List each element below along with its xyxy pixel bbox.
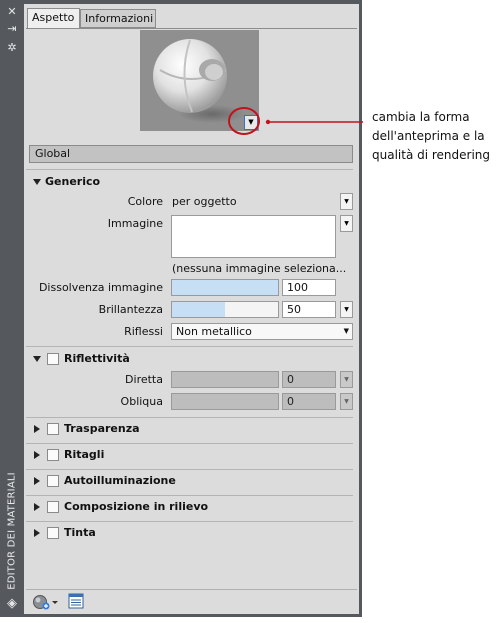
annotation-dot: [265, 119, 271, 125]
annotation-circle: [228, 107, 260, 135]
annotation-overlay: [228, 107, 363, 135]
callout-line: dell'anteprima e la: [372, 129, 485, 143]
callout-line: cambia la forma: [372, 110, 470, 124]
callout-line: qualità di rendering: [372, 148, 491, 162]
annotation-callout: cambia la forma dell'anteprima e la qual…: [372, 108, 502, 165]
